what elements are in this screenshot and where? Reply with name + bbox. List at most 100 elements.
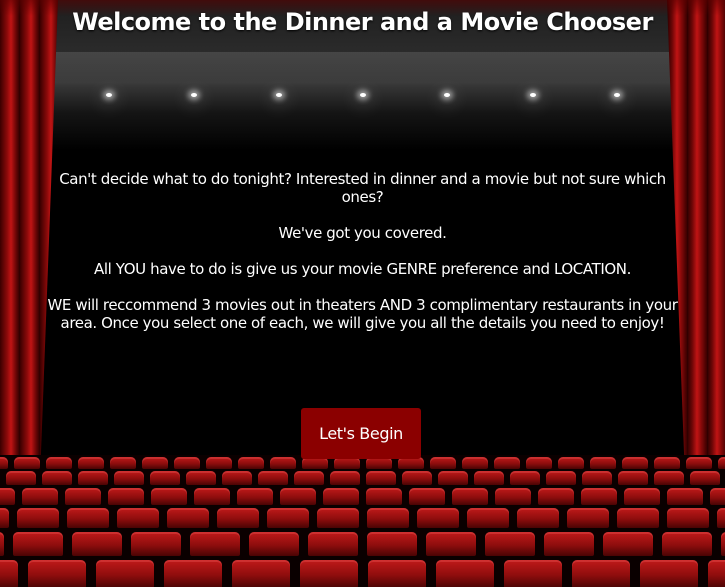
seat <box>566 508 609 528</box>
ceiling-light-3 <box>276 93 282 97</box>
intro-paragraph-instructions: All YOU have to do is give us your movie… <box>94 260 631 278</box>
seat <box>426 532 476 556</box>
seat <box>365 471 396 485</box>
ceiling-light-band <box>40 52 685 88</box>
seat <box>603 532 653 556</box>
seat <box>689 471 720 485</box>
seat <box>109 457 136 469</box>
seat <box>544 532 594 556</box>
seat <box>16 508 59 528</box>
seat <box>5 471 36 485</box>
seat <box>545 471 576 485</box>
seat <box>485 532 535 556</box>
seat <box>65 488 101 505</box>
seat <box>72 532 122 556</box>
seat <box>581 471 612 485</box>
seat <box>41 471 72 485</box>
seat <box>13 532 63 556</box>
seat <box>323 488 359 505</box>
seat <box>710 488 725 505</box>
seat <box>45 457 72 469</box>
seat <box>95 560 154 587</box>
seat <box>27 560 86 587</box>
ceiling-light-5 <box>444 93 450 97</box>
seat <box>666 508 709 528</box>
seat <box>77 471 108 485</box>
seat <box>190 532 240 556</box>
seat <box>237 488 273 505</box>
seat <box>269 457 296 469</box>
seat <box>308 532 358 556</box>
seat <box>437 471 468 485</box>
intro-paragraph-covered: We've got you covered. <box>278 224 447 242</box>
seat <box>266 508 309 528</box>
intro-paragraph-question: Can't decide what to do tonight? Interes… <box>59 170 666 206</box>
seat <box>194 488 230 505</box>
seat <box>77 457 104 469</box>
seat <box>621 457 648 469</box>
seat <box>429 457 456 469</box>
seat <box>185 471 216 485</box>
page-title: Welcome to the Dinner and a Movie Choose… <box>72 8 653 36</box>
seat <box>589 457 616 469</box>
intro-text: Can't decide what to do tonight? Interes… <box>40 170 685 350</box>
seat <box>141 457 168 469</box>
seat <box>131 532 181 556</box>
seat <box>366 488 402 505</box>
seat <box>617 471 648 485</box>
seat <box>495 488 531 505</box>
seat <box>216 508 259 528</box>
ceiling-light-1 <box>106 93 112 97</box>
lets-begin-button[interactable]: Let's Begin <box>301 408 421 459</box>
seat <box>231 560 290 587</box>
seat <box>257 471 288 485</box>
seat <box>249 532 299 556</box>
theater-seats <box>0 455 725 587</box>
seat <box>624 488 660 505</box>
ceiling-light-4 <box>360 93 366 97</box>
seat <box>221 471 252 485</box>
seat <box>299 560 358 587</box>
seat <box>280 488 316 505</box>
seat <box>466 508 509 528</box>
seat <box>503 560 562 587</box>
seat <box>163 560 222 587</box>
seat <box>639 560 698 587</box>
seat <box>509 471 540 485</box>
seat <box>116 508 159 528</box>
seat <box>149 471 180 485</box>
seat <box>293 471 324 485</box>
seat <box>571 560 630 587</box>
seat <box>473 471 504 485</box>
seat <box>538 488 574 505</box>
seat <box>409 488 445 505</box>
seat <box>416 508 459 528</box>
seat <box>113 471 144 485</box>
seat <box>367 560 426 587</box>
seat <box>367 532 417 556</box>
seat <box>667 488 703 505</box>
seat <box>616 508 659 528</box>
seat-row <box>0 471 725 485</box>
seat-row <box>0 532 725 556</box>
seat <box>166 508 209 528</box>
seat <box>0 457 8 469</box>
seat-row <box>0 488 725 505</box>
seat <box>329 471 360 485</box>
seat <box>366 508 409 528</box>
seat <box>707 560 725 587</box>
seat <box>716 508 725 528</box>
seat <box>401 471 432 485</box>
seat <box>493 457 520 469</box>
seat <box>108 488 144 505</box>
seat <box>452 488 488 505</box>
seat <box>653 457 680 469</box>
seat <box>173 457 200 469</box>
seat <box>435 560 494 587</box>
seat <box>66 508 109 528</box>
theater-background: Welcome to the Dinner and a Movie Choose… <box>0 0 725 587</box>
seat <box>205 457 232 469</box>
seat <box>0 508 9 528</box>
ceiling-light-6 <box>530 93 536 97</box>
seat <box>662 532 712 556</box>
